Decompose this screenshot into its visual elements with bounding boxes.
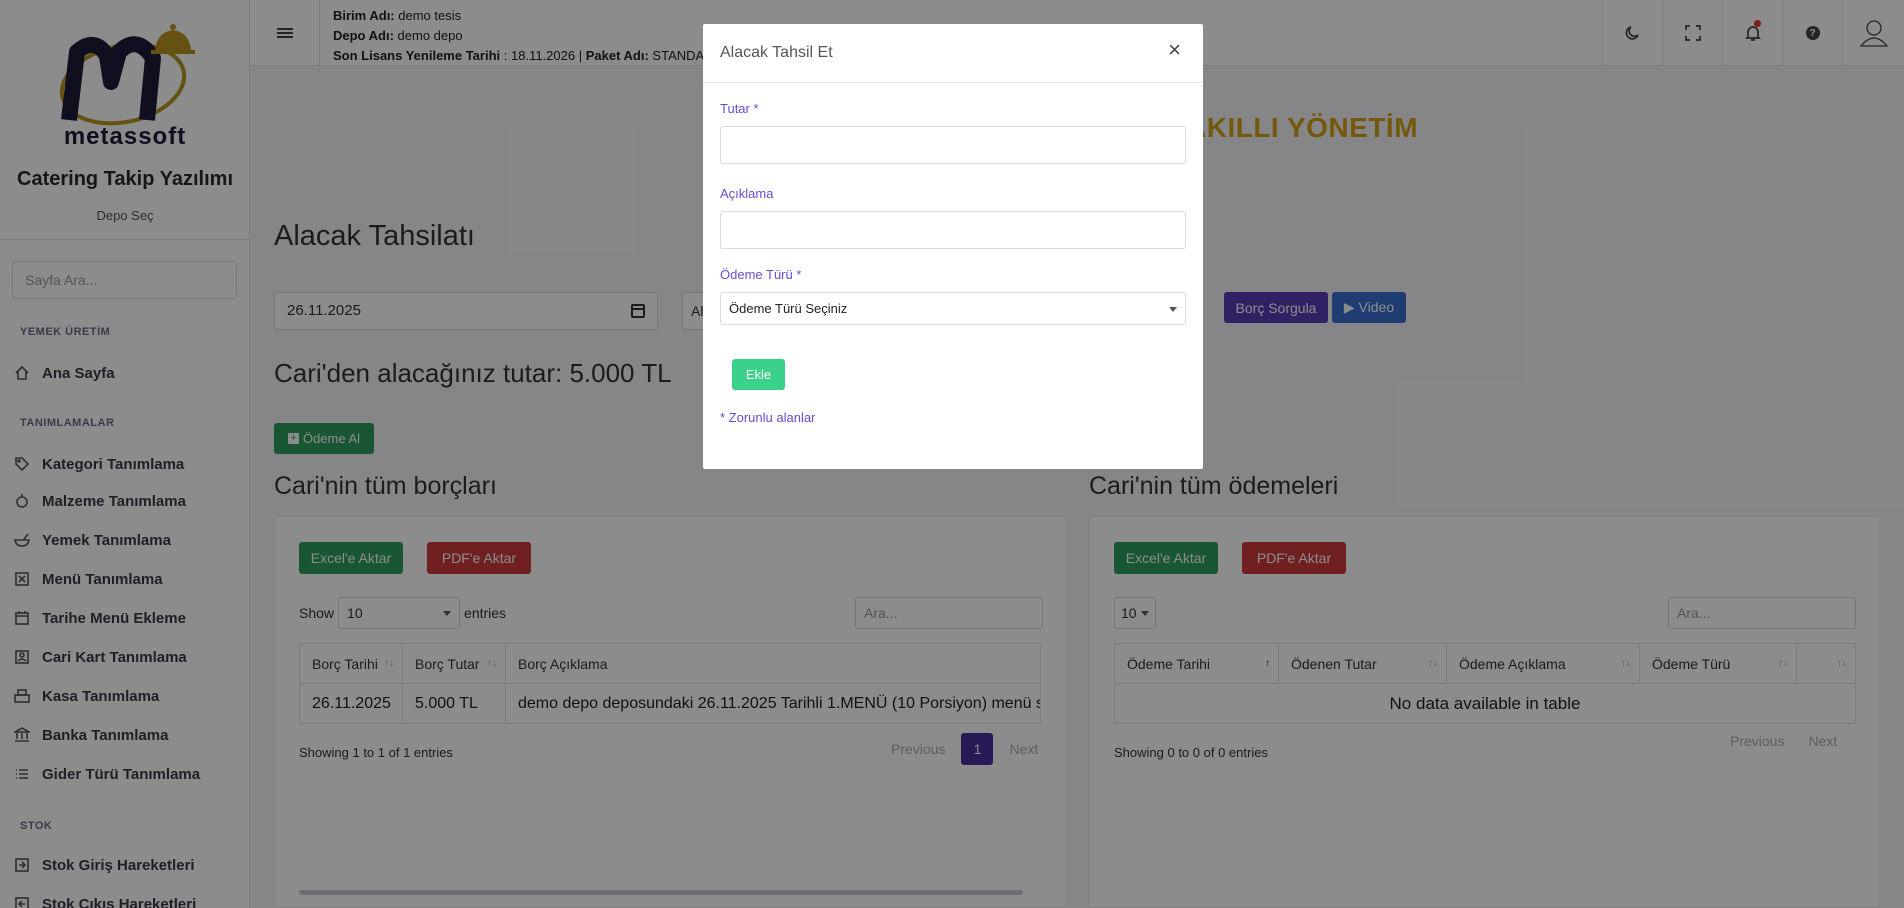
odeme-turu-label: Ödeme Türü * (720, 267, 802, 282)
close-icon[interactable]: × (1168, 39, 1181, 61)
alacak-tahsil-modal: Alacak Tahsil Et × Tutar * Açıklama Ödem… (703, 24, 1203, 469)
chevron-down-icon (1169, 307, 1177, 312)
odeme-turu-select[interactable]: Ödeme Türü Seçiniz (720, 292, 1186, 325)
odeme-turu-value: Ödeme Türü Seçiniz (729, 301, 848, 316)
modal-header: Alacak Tahsil Et × (703, 24, 1203, 83)
tutar-input[interactable] (720, 126, 1186, 164)
aciklama-input[interactable] (720, 211, 1186, 249)
required-note: * Zorunlu alanlar (720, 410, 816, 425)
modal-title: Alacak Tahsil Et (720, 44, 833, 61)
tutar-label: Tutar * (720, 101, 759, 116)
aciklama-label: Açıklama (720, 186, 774, 201)
ekle-button[interactable]: Ekle (732, 359, 785, 390)
